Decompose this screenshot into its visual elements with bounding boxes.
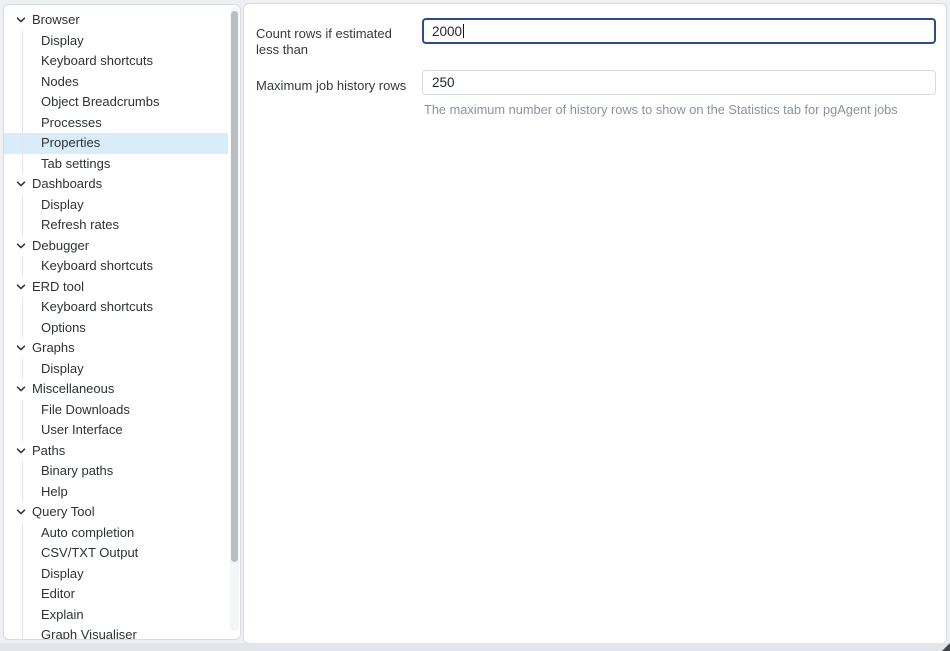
- tree-item-label: User Interface: [41, 423, 123, 437]
- chevron-down-icon[interactable]: [14, 382, 28, 396]
- tree-item-label: Keyboard shortcuts: [41, 259, 153, 273]
- tree-item-label: Tab settings: [41, 157, 110, 171]
- tree-item-tab-settings[interactable]: Tab settings: [4, 154, 228, 175]
- field-value: 2000: [432, 24, 462, 39]
- tree-item-object-breadcrumbs[interactable]: Object Breadcrumbs: [4, 92, 228, 113]
- tree-item-label: Display: [41, 34, 84, 48]
- preferences-form: Count rows if estimated less than 2000 M…: [244, 18, 946, 122]
- tree-item-label: ERD tool: [32, 280, 84, 294]
- tree-item-debugger[interactable]: Debugger: [4, 236, 228, 257]
- tree-item-label: Object Breadcrumbs: [41, 95, 160, 109]
- chevron-down-icon[interactable]: [14, 280, 28, 294]
- tree-item-browser[interactable]: Browser: [4, 10, 228, 31]
- tree-item-keyboard-shortcuts[interactable]: Keyboard shortcuts: [4, 256, 228, 277]
- maximum-job-history-rows-row: Maximum job history rows 250 The maximum…: [244, 70, 946, 122]
- tree-item-editor[interactable]: Editor: [4, 584, 228, 605]
- tree-item-display[interactable]: Display: [4, 31, 228, 52]
- tree-item-erd-tool[interactable]: ERD tool: [4, 277, 228, 298]
- tree-item-label: Nodes: [41, 75, 79, 89]
- tree-item-refresh-rates[interactable]: Refresh rates: [4, 215, 228, 236]
- tree-item-label: Query Tool: [32, 505, 95, 519]
- field-value: 250: [432, 75, 455, 90]
- field-label: Count rows if estimated less than: [256, 26, 416, 58]
- tree-item-csv-txt-output[interactable]: CSV/TXT Output: [4, 543, 228, 564]
- tree-item-display[interactable]: Display: [4, 564, 228, 585]
- tree-item-label: Dashboards: [32, 177, 102, 191]
- tree-scrollbar-track[interactable]: [230, 7, 239, 631]
- tree-item-label: Options: [41, 321, 86, 335]
- field-help-text: The maximum number of history rows to sh…: [424, 102, 936, 117]
- tree-item-display[interactable]: Display: [4, 195, 228, 216]
- tree-item-graphs[interactable]: Graphs: [4, 338, 228, 359]
- tree-item-help[interactable]: Help: [4, 482, 228, 503]
- tree-item-label: Editor: [41, 587, 75, 601]
- tree-item-display[interactable]: Display: [4, 359, 228, 380]
- tree-item-label: Display: [41, 362, 84, 376]
- tree-item-label: Help: [41, 485, 68, 499]
- tree-item-processes[interactable]: Processes: [4, 113, 228, 134]
- tree-item-label: Explain: [41, 608, 84, 622]
- count-rows-if-estimated-less-than-input[interactable]: 2000: [422, 18, 936, 44]
- preferences-content-panel: Count rows if estimated less than 2000 M…: [243, 3, 947, 644]
- tree-item-label: Auto completion: [41, 526, 134, 540]
- tree-item-label: Processes: [41, 116, 102, 130]
- tree-item-label: CSV/TXT Output: [41, 546, 138, 560]
- resize-grip-icon[interactable]: [942, 643, 950, 651]
- tree-item-label: Graph Visualiser: [41, 628, 137, 640]
- tree-item-nodes[interactable]: Nodes: [4, 72, 228, 93]
- text-cursor: [463, 24, 464, 38]
- chevron-down-icon[interactable]: [14, 177, 28, 191]
- tree-item-label: Miscellaneous: [32, 382, 114, 396]
- tree-item-options[interactable]: Options: [4, 318, 228, 339]
- preferences-tree: Browser Display Keyboard shortcuts Nodes…: [4, 10, 228, 640]
- tree-item-label: Display: [41, 567, 84, 581]
- tree-scrollbar-thumb[interactable]: [231, 11, 238, 562]
- tree-item-label: Keyboard shortcuts: [41, 300, 153, 314]
- tree-item-label: Keyboard shortcuts: [41, 54, 153, 68]
- tree-item-explain[interactable]: Explain: [4, 605, 228, 626]
- window-bottom-edge: [0, 643, 950, 651]
- preferences-tree-panel: Browser Display Keyboard shortcuts Nodes…: [3, 4, 241, 640]
- tree-item-label: Display: [41, 198, 84, 212]
- tree-item-label: Refresh rates: [41, 218, 119, 232]
- tree-item-paths[interactable]: Paths: [4, 441, 228, 462]
- tree-item-query-tool[interactable]: Query Tool: [4, 502, 228, 523]
- tree-item-label: File Downloads: [41, 403, 130, 417]
- tree-item-label: Browser: [32, 13, 80, 27]
- tree-item-user-interface[interactable]: User Interface: [4, 420, 228, 441]
- count-rows-if-estimated-less-than-row: Count rows if estimated less than 2000: [244, 18, 946, 70]
- tree-item-label: Paths: [32, 444, 65, 458]
- tree-item-label: Binary paths: [41, 464, 113, 478]
- tree-item-properties[interactable]: Properties: [4, 133, 228, 154]
- tree-item-dashboards[interactable]: Dashboards: [4, 174, 228, 195]
- tree-item-keyboard-shortcuts[interactable]: Keyboard shortcuts: [4, 51, 228, 72]
- field-label: Maximum job history rows: [256, 78, 416, 94]
- tree-item-graph-visualiser[interactable]: Graph Visualiser: [4, 625, 228, 640]
- tree-item-label: Properties: [41, 136, 100, 150]
- chevron-down-icon[interactable]: [14, 444, 28, 458]
- tree-item-miscellaneous[interactable]: Miscellaneous: [4, 379, 228, 400]
- chevron-down-icon[interactable]: [14, 341, 28, 355]
- maximum-job-history-rows-input[interactable]: 250: [422, 70, 936, 95]
- tree-item-binary-paths[interactable]: Binary paths: [4, 461, 228, 482]
- tree-item-label: Debugger: [32, 239, 89, 253]
- chevron-down-icon[interactable]: [14, 239, 28, 253]
- chevron-down-icon[interactable]: [14, 505, 28, 519]
- tree-item-auto-completion[interactable]: Auto completion: [4, 523, 228, 544]
- tree-item-keyboard-shortcuts[interactable]: Keyboard shortcuts: [4, 297, 228, 318]
- tree-item-label: Graphs: [32, 341, 75, 355]
- tree-item-file-downloads[interactable]: File Downloads: [4, 400, 228, 421]
- chevron-down-icon[interactable]: [14, 13, 28, 27]
